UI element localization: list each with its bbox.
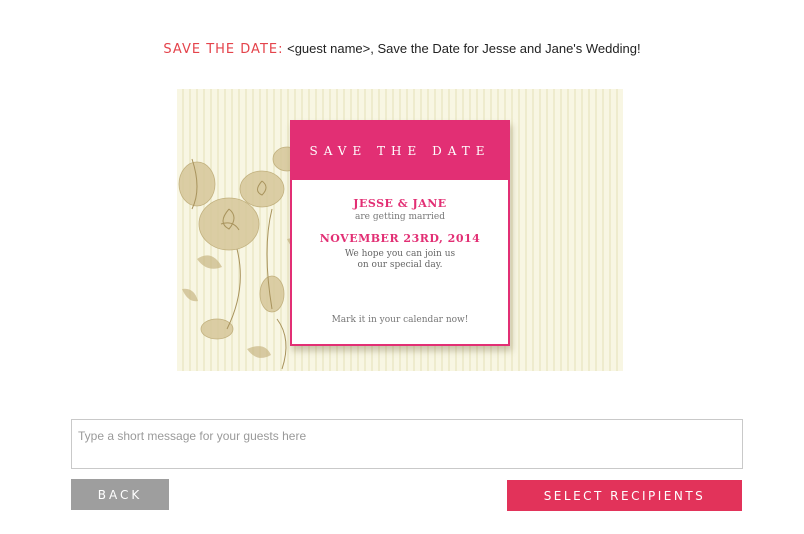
invite-message-line-1: We hope you can join us [344, 249, 456, 259]
invite-message: We hope you can join us on our special d… [292, 249, 508, 271]
invite-message-line-2: on our special day. [357, 260, 443, 270]
card-preview: SAVE THE DATE JESSE & JANE are getting m… [177, 89, 623, 371]
subject-label: SAVE THE DATE: [163, 42, 284, 57]
invite-card: SAVE THE DATE JESSE & JANE are getting m… [290, 120, 510, 346]
subject-text: <guest name>, Save the Date for Jesse an… [287, 41, 641, 56]
invite-subtitle: are getting married [355, 212, 445, 222]
invite-date: NOVEMBER 23RD, 2014 [319, 232, 481, 245]
invite-footer: Mark it in your calendar now! [331, 315, 469, 325]
back-button[interactable]: BACK [71, 479, 169, 510]
invite-names: JESSE & JANE [353, 197, 447, 210]
guest-message-input[interactable] [71, 419, 743, 469]
invite-header: SAVE THE DATE [292, 122, 508, 180]
email-subject-line: SAVE THE DATE: <guest name>, Save the Da… [0, 41, 804, 57]
select-recipients-button[interactable]: SELECT RECIPIENTS [507, 480, 742, 511]
